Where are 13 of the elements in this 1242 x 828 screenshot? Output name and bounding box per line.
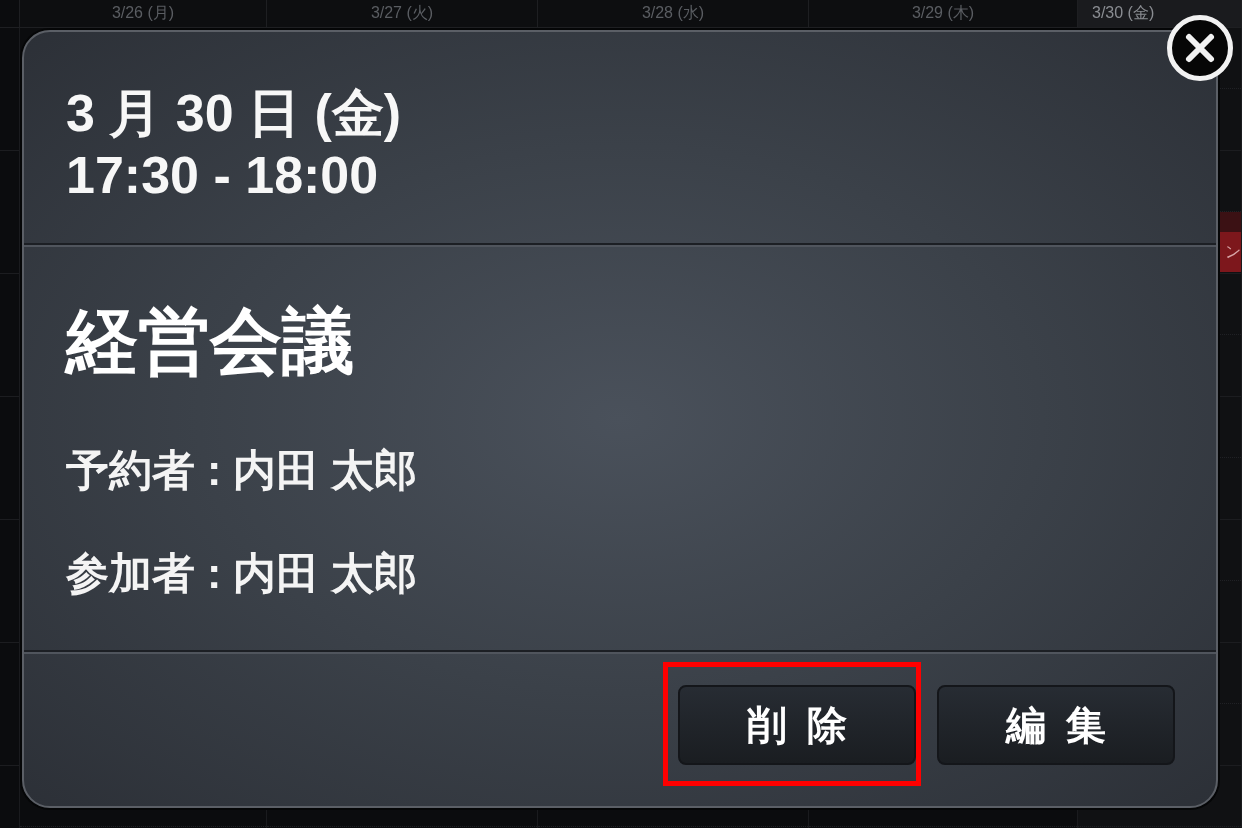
day-header: 3/26 (月) [111, 4, 175, 21]
day-header: 3/29 (木) [911, 4, 975, 21]
edit-button[interactable]: 編集 [937, 685, 1175, 765]
event-date: 3 月 30 日 (金) [66, 83, 402, 144]
day-header: 3/30 (金) [1092, 4, 1155, 21]
detail-text: 参加者 : 内田 太郎 [66, 548, 418, 599]
delete-button[interactable]: 削除 [678, 685, 916, 765]
day-header: 3/28 (水) [641, 4, 705, 21]
detail-text: 予約者 : 内田 太郎 [66, 445, 418, 496]
event-title: 経営会議 [66, 300, 354, 383]
event-block[interactable]: ン [1218, 212, 1241, 272]
event-time: 17:30 - 18:00 [66, 145, 379, 206]
day-header: 3/27 (火) [370, 4, 434, 21]
